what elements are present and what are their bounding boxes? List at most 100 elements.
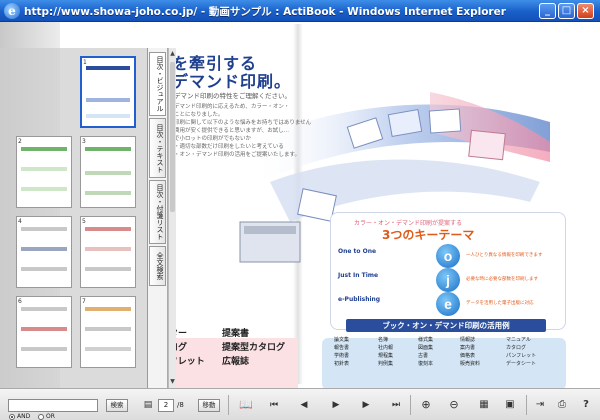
- page-number-input[interactable]: 2: [158, 399, 174, 412]
- scroll-thumb[interactable]: [170, 62, 175, 212]
- close-button[interactable]: ×: [577, 3, 594, 19]
- ie-icon: e: [4, 3, 20, 19]
- application-item: 初針表: [334, 361, 350, 367]
- export-icon[interactable]: ⇥: [532, 397, 548, 413]
- thumbnail-scrollbar[interactable]: ▲ ▼: [168, 48, 176, 388]
- application-item: カタログ: [506, 345, 527, 351]
- application-item: 販売資料: [460, 361, 481, 367]
- theme-title: One to One: [338, 248, 377, 255]
- product-label: 広報誌: [222, 357, 250, 367]
- radio-and-label: AND: [17, 413, 31, 420]
- body-line: で小ロットの印刷がでもないか: [174, 136, 252, 142]
- thumbnail-panel[interactable]: 1 2 3 4 5 6 7: [0, 48, 148, 388]
- radio-or-label: OR: [46, 413, 55, 420]
- thumbnail-page-3[interactable]: 3: [80, 136, 136, 208]
- zoom-out-icon[interactable]: ⊖: [446, 397, 462, 413]
- toolbar-divider: [526, 395, 527, 415]
- thumbnail-number: 5: [82, 218, 86, 225]
- next-page-icon[interactable]: ▶: [358, 397, 374, 413]
- play-icon[interactable]: ▶: [328, 397, 344, 413]
- application-item: 価格表: [460, 353, 476, 359]
- theme-text: 必要な時に必要な部数を印刷します: [466, 277, 538, 282]
- application-item: 報告書: [334, 345, 350, 351]
- application-item: 古書: [418, 353, 429, 359]
- key-theme-heading: 3つのキーテーマ: [382, 228, 475, 242]
- tab-full-text-search[interactable]: 全文検索: [149, 246, 166, 286]
- application-item: データシート: [506, 361, 537, 367]
- application-item: 図面集: [418, 345, 434, 351]
- tab-sticky-list[interactable]: 目次・付箋リスト: [149, 180, 166, 244]
- thumbnail-number: 1: [83, 59, 87, 66]
- theme-o-icon: o: [436, 244, 460, 268]
- side-tab-bar: 目次・ビジュアル 目次・テキスト 目次・付箋リスト 全文検索: [148, 48, 168, 388]
- product-label: 提案書: [222, 329, 250, 339]
- thumbnail-page-5[interactable]: 5: [80, 216, 136, 288]
- application-item: 論文集: [334, 337, 350, 343]
- product-label: 提案型カタログ: [222, 343, 286, 353]
- thumbnail-number: 3: [82, 138, 86, 145]
- thumbnails-icon[interactable]: ▦: [476, 397, 492, 413]
- bottom-toolbar: 検索 AND OR ▤ 2 /8 移動 📖 ⏮ ◀ ▶ ▶ ⏭ ⊕ ⊖ ▦ ▣ …: [0, 388, 600, 420]
- scroll-up-icon[interactable]: ▲: [169, 50, 176, 58]
- application-item: 判例集: [378, 361, 394, 367]
- maximize-button[interactable]: □: [558, 3, 575, 19]
- theme-e-icon: e: [436, 292, 460, 316]
- theme-title: e-Publishing: [338, 296, 381, 303]
- scroll-down-icon[interactable]: ▼: [169, 378, 176, 386]
- thumbnail-page-4[interactable]: 4: [16, 216, 72, 288]
- toolbar-divider: [228, 395, 229, 415]
- search-button[interactable]: 検索: [106, 399, 128, 412]
- thumbnail-page-6[interactable]: 6: [16, 296, 72, 368]
- window-title: http://www.showa-joho.co.jp/ - 動画サンプル : …: [24, 6, 506, 18]
- application-item: マニュアル: [506, 337, 531, 343]
- applications-title: ブック・オン・デマンド印刷の活用例: [346, 319, 546, 332]
- theme-text: データを活用した電子出版に対応: [466, 301, 534, 306]
- minimize-button[interactable]: _: [539, 3, 556, 19]
- application-item: 社内報: [378, 345, 394, 351]
- thumbnail-page-7[interactable]: 7: [80, 296, 136, 368]
- last-page-icon[interactable]: ⏭: [388, 397, 404, 413]
- body-line: ことになりました。: [174, 112, 224, 118]
- prev-page-icon[interactable]: ◀: [296, 397, 312, 413]
- tab-visual-contents[interactable]: 目次・ビジュアル: [149, 52, 166, 116]
- fit-icon[interactable]: ▣: [502, 397, 518, 413]
- application-item: 様式集: [418, 337, 434, 343]
- thumbnail-number: 7: [82, 298, 86, 305]
- thumbnail-page-2[interactable]: 2: [16, 136, 72, 208]
- zoom-in-icon[interactable]: ⊕: [418, 397, 434, 413]
- thumbnail-page-1[interactable]: 1: [80, 56, 136, 128]
- print-icon[interactable]: ⎙: [554, 397, 570, 413]
- application-item: 案内書: [460, 345, 476, 351]
- radio-and[interactable]: [9, 414, 15, 420]
- pages-icon: ▤: [143, 400, 153, 410]
- tab-text-contents[interactable]: 目次・テキスト: [149, 118, 166, 178]
- help-icon[interactable]: ?: [578, 397, 594, 413]
- body-line: 印刷に関して以下のような悩みをお持ちではありません: [174, 120, 312, 126]
- page-heading-line2: デマンド印刷。: [172, 72, 292, 91]
- thumbnail-number: 4: [18, 218, 22, 225]
- radio-or[interactable]: [38, 414, 44, 420]
- page-subtitle: デマンド印刷の特性をご理解ください。: [174, 92, 291, 100]
- go-button[interactable]: 移動: [198, 399, 220, 412]
- page-total: /8: [177, 401, 184, 409]
- application-item: 規程集: [378, 353, 394, 359]
- first-page-icon[interactable]: ⏮: [266, 397, 282, 413]
- body-line: 費用が安く提供できると思いますが、お試し...: [174, 128, 290, 134]
- title-bar: e http://www.showa-joho.co.jp/ - 動画サンプル …: [0, 0, 600, 22]
- theme-j-icon: j: [436, 268, 460, 292]
- theme-text: 一人ひとり異なる情報を印刷できます: [466, 253, 543, 258]
- book-icon[interactable]: 📖: [238, 397, 254, 413]
- thumbnail-number: 6: [18, 298, 22, 305]
- application-item: 学術書: [334, 353, 350, 359]
- body-line: デマンド印刷的に応えるため、カラー・オン・: [174, 104, 290, 110]
- body-line: ・適切な部数だけ印刷をしたいと考えている: [174, 144, 284, 150]
- search-input[interactable]: [8, 399, 98, 412]
- application-item: 情報誌: [460, 337, 476, 343]
- theme-title: Just In Time: [338, 272, 379, 279]
- application-item: 復刻本: [418, 361, 434, 367]
- application-item: 名簿: [378, 337, 389, 343]
- toolbar-divider: [410, 395, 411, 415]
- application-item: パンフレット: [506, 353, 537, 359]
- thumbnail-number: 2: [18, 138, 22, 145]
- body-line: ・オン・デマンド印刷の活用をご提案いたします。: [174, 152, 300, 158]
